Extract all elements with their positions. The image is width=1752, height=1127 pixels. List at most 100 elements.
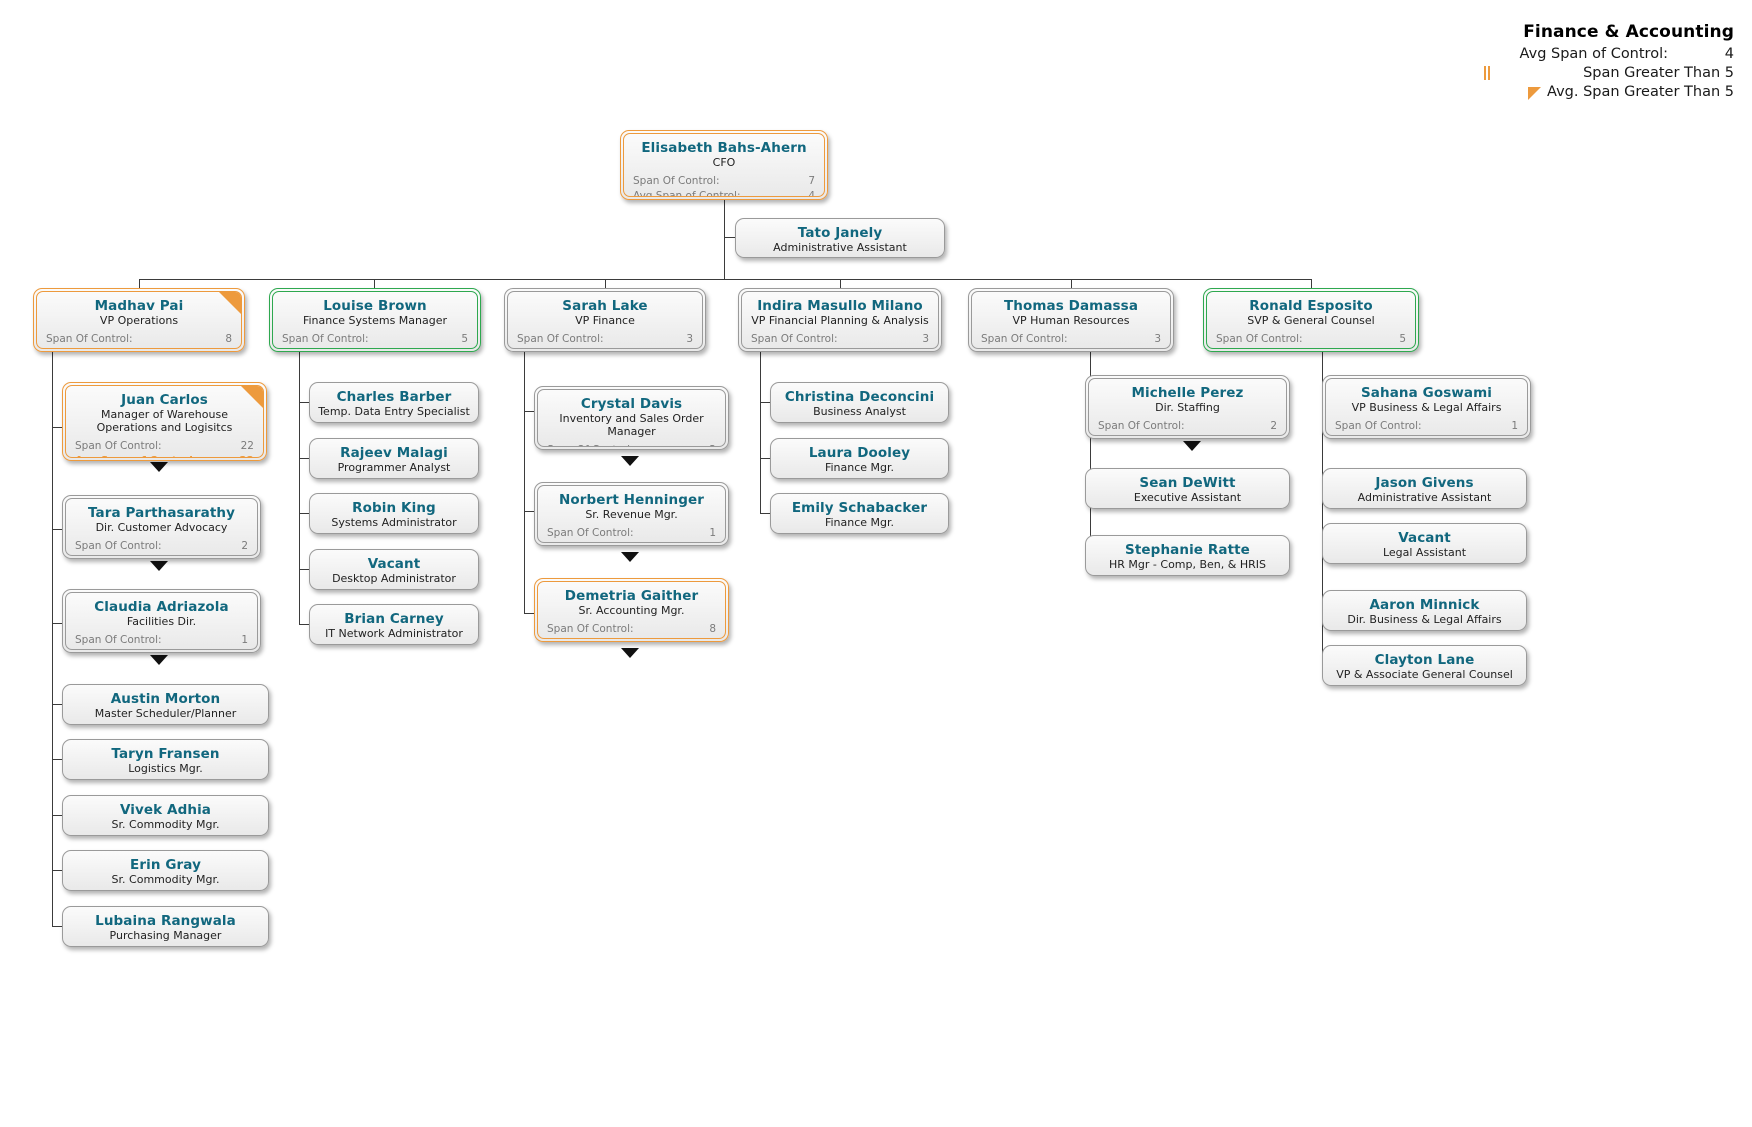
span-row: Span Of Control: 22 xyxy=(75,439,254,454)
node-demetria-gaither[interactable]: Demetria Gaither Sr. Accounting Mgr. Spa… xyxy=(534,578,729,642)
span-label: Span Of Control: xyxy=(1098,420,1185,433)
node-elisabeth-bahs-ahern[interactable]: Elisabeth Bahs-Ahern CFO Span Of Control… xyxy=(620,130,828,200)
node-robin-king[interactable]: Robin King Systems Administrator xyxy=(309,493,479,534)
node-emily-schabacker[interactable]: Emily Schabacker Finance Mgr. xyxy=(770,493,949,534)
node-taryn-fransen[interactable]: Taryn Fransen Logistics Mgr. xyxy=(62,739,269,780)
span-value: 2 xyxy=(709,443,716,446)
node-juan-carlos[interactable]: Juan Carlos Manager of Warehouse Operati… xyxy=(62,382,267,461)
span-label: Span Of Control: xyxy=(75,634,162,647)
node-title: Dir. Staffing xyxy=(1155,401,1220,415)
avg-span-label: Avg Span of Control: xyxy=(1098,434,1206,435)
connector xyxy=(52,870,62,871)
node-charles-barber[interactable]: Charles Barber Temp. Data Entry Speciali… xyxy=(309,382,479,423)
node-name: Vivek Adhia xyxy=(119,802,212,818)
connector xyxy=(52,704,62,705)
node-vacant-desktop-administrator[interactable]: Vacant Desktop Administrator xyxy=(309,549,479,590)
collapse-toggle-demetria-gaither[interactable] xyxy=(621,648,639,658)
node-erin-gray[interactable]: Erin Gray Sr. Commodity Mgr. xyxy=(62,850,269,891)
span-row: Span Of Control: 3 xyxy=(751,332,929,347)
node-tato-janely[interactable]: Tato Janely Administrative Assistant xyxy=(735,218,945,258)
node-michelle-perez[interactable]: Michelle Perez Dir. Staffing Span Of Con… xyxy=(1085,375,1290,439)
node-louise-brown[interactable]: Louise Brown Finance Systems Manager Spa… xyxy=(269,288,481,352)
node-title: IT Network Administrator xyxy=(325,627,463,641)
node-sahana-goswami[interactable]: Sahana Goswami VP Business & Legal Affai… xyxy=(1322,375,1531,439)
avg-span-value: 1 xyxy=(1511,434,1518,435)
collapse-toggle-norbert-henninger[interactable] xyxy=(621,552,639,562)
node-claudia-adriazola[interactable]: Claudia Adriazola Facilities Dir. Span O… xyxy=(62,589,261,653)
avg-span-row: Avg Span of Control: 4 xyxy=(633,189,815,196)
node-norbert-henninger[interactable]: Norbert Henninger Sr. Revenue Mgr. Span … xyxy=(534,482,729,546)
connector xyxy=(299,569,309,570)
span-label: Span Of Control: xyxy=(75,440,162,453)
node-stats: Span Of Control: 2 Avg Span of Control: … xyxy=(1089,415,1286,435)
node-name: Erin Gray xyxy=(130,857,201,873)
node-crystal-davis[interactable]: Crystal Davis Inventory and Sales Order … xyxy=(534,386,729,450)
node-title: Sr. Accounting Mgr. xyxy=(578,604,685,618)
span-value: 8 xyxy=(225,333,232,346)
node-vacant-legal-assistant[interactable]: Vacant Legal Assistant xyxy=(1322,523,1527,564)
node-tara-parthasarathy[interactable]: Tara Parthasarathy Dir. Customer Advocac… xyxy=(62,495,261,559)
node-aaron-minnick[interactable]: Aaron Minnick Dir. Business & Legal Affa… xyxy=(1322,590,1527,631)
avg-span-label: Avg Span of Control: xyxy=(547,637,655,638)
connector xyxy=(299,513,309,514)
span-value: 5 xyxy=(1399,333,1406,346)
node-title: SVP & General Counsel xyxy=(1247,314,1375,328)
avg-span-value: 3 xyxy=(1154,347,1161,348)
node-name: Elisabeth Bahs-Ahern xyxy=(641,140,807,156)
avg-span-value: 3 xyxy=(686,347,693,348)
node-lubaina-rangwala[interactable]: Lubaina Rangwala Purchasing Manager xyxy=(62,906,269,947)
avg-span-row: Avg Span of Control: 3 xyxy=(981,347,1161,348)
node-title: Administrative Assistant xyxy=(773,241,907,255)
node-rajeev-malagi[interactable]: Rajeev Malagi Programmer Analyst xyxy=(309,438,479,479)
collapse-toggle-juan-carlos[interactable] xyxy=(150,462,168,472)
node-jason-givens[interactable]: Jason Givens Administrative Assistant xyxy=(1322,468,1527,509)
legend-avg-span-row: Avg Span of Control: 4 xyxy=(1483,44,1734,63)
collapse-toggle-claudia-adriazola[interactable] xyxy=(150,655,168,665)
node-title: VP Human Resources xyxy=(1012,314,1130,328)
collapse-toggle-crystal-davis[interactable] xyxy=(621,456,639,466)
legend-avg-span-label: Avg Span of Control: xyxy=(1519,45,1668,62)
node-title: Temp. Data Entry Specialist xyxy=(318,405,470,419)
node-stats: Span Of Control: 2 Avg Span of Control: … xyxy=(66,535,257,555)
node-laura-dooley[interactable]: Laura Dooley Finance Mgr. xyxy=(770,438,949,479)
node-title: Finance Mgr. xyxy=(824,461,895,475)
connector xyxy=(299,402,309,403)
node-christina-deconcini[interactable]: Christina Deconcini Business Analyst xyxy=(770,382,949,423)
node-clayton-lane[interactable]: Clayton Lane VP & Associate General Coun… xyxy=(1322,645,1527,686)
connector xyxy=(840,279,841,288)
node-brian-carney[interactable]: Brian Carney IT Network Administrator xyxy=(309,604,479,645)
node-sarah-lake[interactable]: Sarah Lake VP Finance Span Of Control: 3… xyxy=(504,288,706,352)
avg-span-row: Avg Span of Control: 3 xyxy=(751,347,929,348)
collapse-toggle-michelle-perez[interactable] xyxy=(1183,441,1201,451)
node-stats: Span Of Control: 5 Avg Span of Control: … xyxy=(273,328,477,348)
node-name: Indira Masullo Milano xyxy=(757,298,923,314)
span-label: Span Of Control: xyxy=(46,333,133,346)
collapse-toggle-tara-parthasarathy[interactable] xyxy=(150,561,168,571)
span-label: Span Of Control: xyxy=(751,333,838,346)
node-stats: Span Of Control: 2 Avg Span of Control: … xyxy=(538,439,725,446)
node-thomas-damassa[interactable]: Thomas Damassa VP Human Resources Span O… xyxy=(968,288,1174,352)
node-ronald-esposito[interactable]: Ronald Esposito SVP & General Counsel Sp… xyxy=(1203,288,1419,352)
span-value: 8 xyxy=(709,623,716,636)
span-row: Span Of Control: 2 xyxy=(1098,419,1277,434)
connector xyxy=(524,352,525,613)
node-title: Logistics Mgr. xyxy=(128,762,203,776)
avg-span-greater-triangle-icon xyxy=(1528,87,1541,100)
legend-avg-span-gt-row: Avg. Span Greater Than 5 xyxy=(1483,82,1734,101)
span-label: Span Of Control: xyxy=(547,527,634,540)
node-sean-dewitt[interactable]: Sean DeWitt Executive Assistant xyxy=(1085,468,1290,509)
node-name: Christina Deconcini xyxy=(784,389,935,405)
node-title: Finance Mgr. xyxy=(824,516,895,530)
node-austin-morton[interactable]: Austin Morton Master Scheduler/Planner xyxy=(62,684,269,725)
legend: Finance & Accounting Avg Span of Control… xyxy=(1483,22,1734,101)
node-title: Master Scheduler/Planner xyxy=(94,707,237,721)
span-row: Span Of Control: 3 xyxy=(981,332,1161,347)
connector xyxy=(724,237,735,238)
node-vivek-adhia[interactable]: Vivek Adhia Sr. Commodity Mgr. xyxy=(62,795,269,836)
node-title: HR Mgr - Comp, Ben, & HRIS xyxy=(1109,558,1266,572)
node-stephanie-ratte[interactable]: Stephanie Ratte HR Mgr - Comp, Ben, & HR… xyxy=(1085,535,1290,576)
node-indira-masullo-milano[interactable]: Indira Masullo Milano VP Financial Plann… xyxy=(738,288,942,352)
avg-span-row: Avg Span of Control: 22 xyxy=(75,454,254,457)
node-madhav-pai[interactable]: Madhav Pai VP Operations Span Of Control… xyxy=(33,288,245,352)
node-title: Manager of Warehouse Operations and Logi… xyxy=(96,408,233,435)
